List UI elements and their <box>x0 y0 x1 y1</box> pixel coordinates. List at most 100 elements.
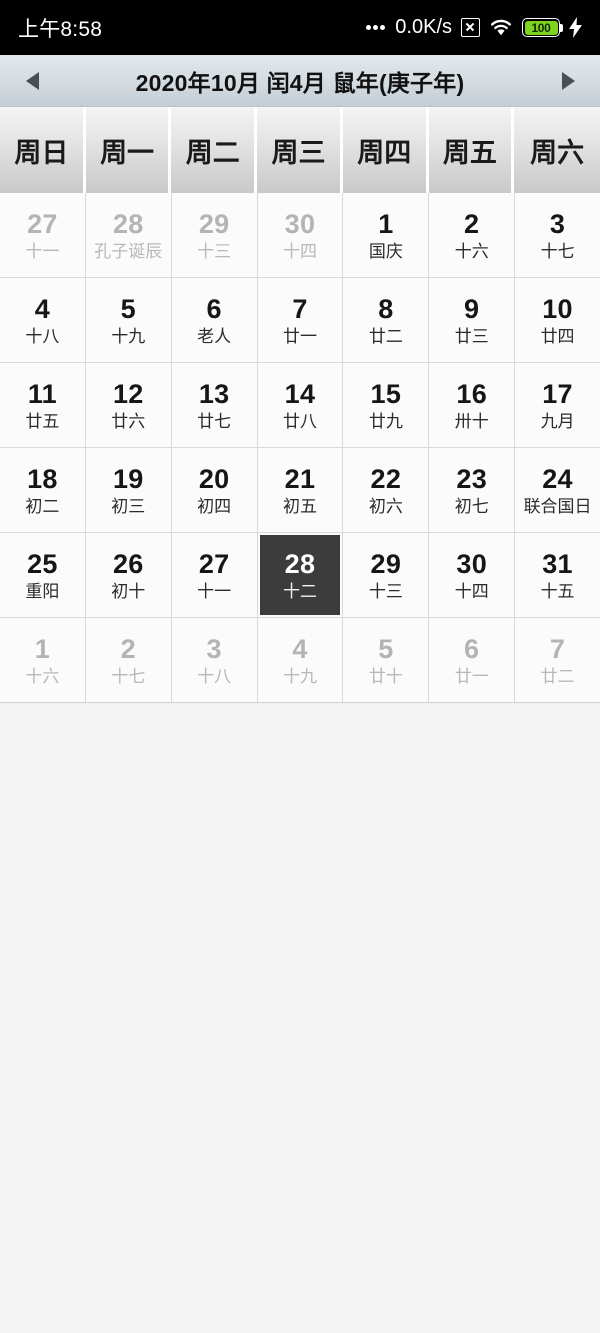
day-cell[interactable]: 17 九月 <box>515 363 600 447</box>
day-lunar-label: 廿八 <box>282 412 317 432</box>
calendar-day-grid[interactable]: 27 十一 28 孔子诞辰 29 十三 30 十四 1 国庆 2 十六 3 十七 4 十八 5 十九 6 老人 7 廿一 8… <box>0 193 600 703</box>
day-cell[interactable]: 18 初二 <box>0 448 85 532</box>
day-cell[interactable]: 2 十六 <box>429 193 515 277</box>
day-number: 9 <box>464 293 480 324</box>
status-icons: 0.0K/s 100 <box>366 16 582 39</box>
day-cell-inner: 1 十六 <box>0 618 85 702</box>
day-cell[interactable]: 20 初四 <box>171 448 257 532</box>
day-lunar-label: 十四 <box>454 582 489 602</box>
day-number: 10 <box>542 293 573 324</box>
day-cell-inner: 28 孔子诞辰 <box>86 193 171 277</box>
day-lunar-label: 孔子诞辰 <box>94 242 163 262</box>
day-lunar-label: 十九 <box>111 327 146 347</box>
day-cell[interactable]: 6 廿一 <box>429 618 515 702</box>
day-cell[interactable]: 15 廿九 <box>343 363 429 447</box>
status-bar: 上午8:58 0.0K/s 100 <box>0 0 600 55</box>
day-number: 6 <box>206 293 222 324</box>
day-cell[interactable]: 28 孔子诞辰 <box>85 193 171 277</box>
day-cell-inner: 5 十九 <box>86 278 171 362</box>
day-cell[interactable]: 14 廿八 <box>257 363 343 447</box>
day-cell[interactable]: 24 联合国日 <box>515 448 600 532</box>
day-cell-inner: 27 十一 <box>172 533 257 617</box>
day-cell[interactable]: 29 十三 <box>343 533 429 617</box>
day-cell[interactable]: 13 廿七 <box>171 363 257 447</box>
day-lunar-label: 十九 <box>282 667 317 687</box>
day-cell-inner: 28 十二 <box>259 535 341 615</box>
day-number: 15 <box>370 378 402 409</box>
day-cell[interactable]: 27 十一 <box>171 533 257 617</box>
day-cell[interactable]: 29 十三 <box>171 193 257 277</box>
day-cell-inner: 22 初六 <box>343 448 428 532</box>
day-cell[interactable]: 4 十八 <box>0 278 85 362</box>
day-cell[interactable]: 4 十九 <box>257 618 343 702</box>
day-cell[interactable]: 25 重阳 <box>0 533 85 617</box>
day-cell[interactable]: 7 廿一 <box>257 278 343 362</box>
day-cell[interactable]: 10 廿四 <box>515 278 600 362</box>
day-cell[interactable]: 8 廿二 <box>343 278 429 362</box>
prev-month-button[interactable] <box>0 55 64 107</box>
next-month-button[interactable] <box>536 55 600 107</box>
day-lunar-label: 廿二 <box>368 327 403 347</box>
day-cell-inner: 12 廿六 <box>86 363 171 447</box>
day-number: 4 <box>292 633 308 664</box>
day-cell[interactable]: 21 初五 <box>257 448 343 532</box>
day-cell[interactable]: 19 初三 <box>85 448 171 532</box>
battery-level-label: 100 <box>531 20 551 35</box>
day-cell-inner: 16 卅十 <box>429 363 514 447</box>
day-cell[interactable]: 22 初六 <box>343 448 429 532</box>
day-cell[interactable]: 7 廿二 <box>515 618 600 702</box>
day-cell[interactable]: 26 初十 <box>85 533 171 617</box>
day-cell[interactable]: 6 老人 <box>171 278 257 362</box>
day-number: 3 <box>549 208 566 239</box>
day-number: 27 <box>198 548 230 579</box>
day-cell-inner: 18 初二 <box>0 448 85 532</box>
day-cell[interactable]: 27 十一 <box>0 193 85 277</box>
day-lunar-label: 十一 <box>197 582 232 602</box>
day-cell-inner: 7 廿一 <box>258 278 343 362</box>
day-number: 20 <box>198 463 230 494</box>
day-number: 12 <box>112 378 144 409</box>
day-cell-selected[interactable]: 28 十二 <box>257 533 343 617</box>
day-cell[interactable]: 9 廿三 <box>429 278 515 362</box>
day-lunar-label: 廿四 <box>540 327 575 347</box>
day-number: 26 <box>112 548 144 579</box>
day-cell[interactable]: 31 十五 <box>515 533 600 617</box>
day-cell[interactable]: 16 卅十 <box>429 363 515 447</box>
day-number: 25 <box>27 548 58 579</box>
day-number: 17 <box>542 378 573 409</box>
day-cell-inner: 25 重阳 <box>0 533 85 617</box>
day-lunar-label: 廿五 <box>25 412 60 432</box>
day-number: 2 <box>464 208 480 239</box>
day-cell-inner: 2 十六 <box>429 193 514 277</box>
day-cell-inner: 23 初七 <box>429 448 514 532</box>
day-cell-inner: 21 初五 <box>258 448 343 532</box>
day-cell[interactable]: 30 十四 <box>257 193 343 277</box>
day-number: 27 <box>27 208 58 239</box>
day-cell[interactable]: 11 廿五 <box>0 363 85 447</box>
day-lunar-label: 十三 <box>368 582 403 602</box>
day-number: 3 <box>206 633 222 664</box>
day-lunar-label: 廿六 <box>111 412 146 432</box>
charging-bolt-icon <box>569 17 582 38</box>
day-cell[interactable]: 2 十七 <box>85 618 171 702</box>
day-cell-inner: 7 廿二 <box>515 618 600 702</box>
day-number: 4 <box>34 293 51 324</box>
day-number: 31 <box>542 548 573 579</box>
day-number: 2 <box>120 633 136 664</box>
day-cell[interactable]: 3 十七 <box>515 193 600 277</box>
day-cell-inner: 24 联合国日 <box>515 448 600 532</box>
day-cell-inner: 31 十五 <box>515 533 600 617</box>
day-cell[interactable]: 12 廿六 <box>85 363 171 447</box>
day-cell[interactable]: 1 十六 <box>0 618 85 702</box>
day-cell[interactable]: 1 国庆 <box>343 193 429 277</box>
day-number: 29 <box>198 208 230 239</box>
day-lunar-label: 十七 <box>540 242 575 262</box>
day-cell[interactable]: 3 十八 <box>171 618 257 702</box>
day-cell[interactable]: 5 廿十 <box>343 618 429 702</box>
day-cell-inner: 14 廿八 <box>258 363 343 447</box>
day-cell[interactable]: 5 十九 <box>85 278 171 362</box>
day-number: 29 <box>370 548 402 579</box>
day-cell[interactable]: 23 初七 <box>429 448 515 532</box>
weekday-header-4: 周四 <box>342 107 426 193</box>
day-cell[interactable]: 30 十四 <box>429 533 515 617</box>
